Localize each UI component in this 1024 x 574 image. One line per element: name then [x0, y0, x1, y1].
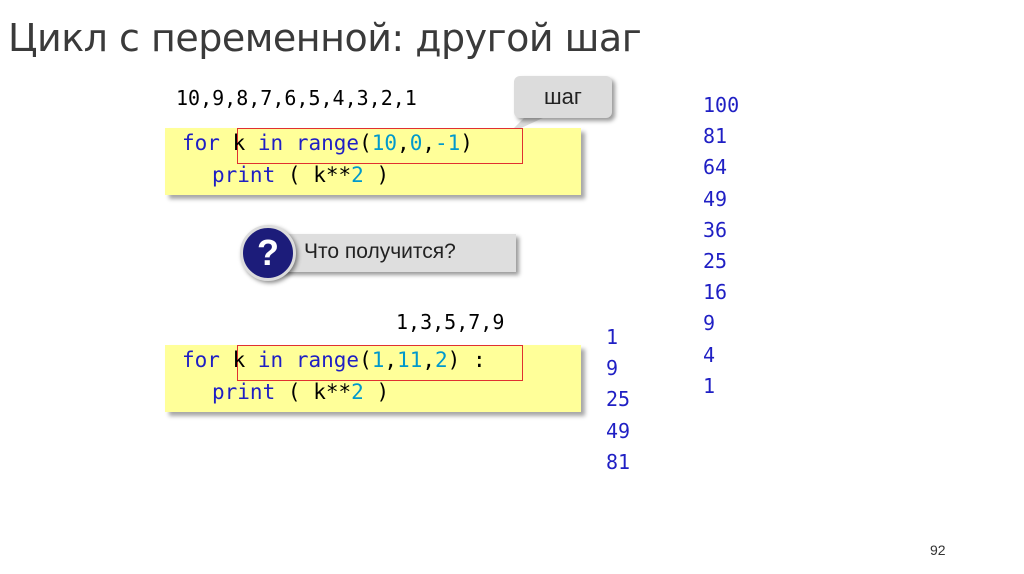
fn-range: range: [295, 131, 360, 155]
output-value: 49: [703, 186, 728, 211]
output-value: 25: [703, 249, 728, 274]
slide-title: Цикл с переменной: другой шаг: [8, 16, 642, 60]
paren-close: ): [447, 348, 461, 372]
paren-close: ): [376, 163, 390, 187]
kw-in: in: [257, 348, 284, 372]
paren-open: (: [359, 131, 372, 155]
range-start: 1: [371, 348, 385, 372]
range-start: 10: [371, 131, 398, 155]
kw-in: in: [257, 131, 284, 155]
output-value: 36: [703, 217, 728, 242]
output-value: 64: [703, 155, 728, 180]
paren-close: ): [376, 380, 390, 404]
colon: :: [472, 348, 486, 372]
loop-var: k: [232, 348, 246, 372]
kw-for: for: [182, 131, 220, 155]
code-line-1-2: print ( k**2 ): [212, 163, 389, 187]
paren-close: ): [460, 131, 473, 155]
print-expr: k**: [313, 380, 352, 404]
power: 2: [351, 163, 364, 187]
output-value: 81: [606, 449, 631, 474]
code-line-1-1: for k in range(10,0,-1): [182, 131, 473, 155]
output-value: 1: [606, 325, 619, 349]
range-stop: 0: [409, 131, 423, 155]
fn-print: print: [212, 380, 276, 404]
code-line-2-1: for k in range(1,11,2) :: [182, 348, 486, 372]
output-value: 100: [703, 93, 740, 117]
output-column-2: 1 9 25 49 81: [606, 322, 630, 478]
output-value: 81: [703, 124, 728, 149]
print-expr: k**: [313, 163, 352, 187]
step-callout: шаг: [514, 76, 612, 118]
range-step: -1: [435, 131, 461, 155]
paren-open: (: [287, 163, 301, 187]
output-value: 9: [606, 356, 619, 381]
output-value: 9: [703, 311, 716, 336]
callout-pointer: [508, 112, 556, 134]
loop-var: k: [232, 131, 246, 155]
output-value: 25: [606, 387, 631, 412]
range-step: 2: [435, 348, 448, 372]
page-number: 92: [930, 542, 946, 558]
comma: ,: [397, 131, 410, 155]
question-text: Что получится?: [304, 240, 456, 263]
comma: ,: [384, 348, 398, 372]
paren-open: (: [287, 380, 301, 404]
kw-for: for: [182, 348, 220, 372]
fn-print: print: [212, 163, 276, 187]
output-value: 1: [703, 373, 716, 398]
sequence-2: 1,3,5,7,9: [396, 310, 505, 334]
code-line-2-2: print ( k**2 ): [212, 380, 389, 404]
fn-range: range: [295, 348, 360, 372]
question-mark-icon: ?: [240, 225, 296, 281]
output-value: 4: [703, 342, 716, 367]
output-column-1: 100 81 64 49 36 25 16 9 4 1: [703, 90, 739, 402]
range-stop: 11: [397, 348, 423, 372]
power: 2: [351, 380, 364, 404]
output-value: 16: [703, 280, 728, 305]
comma: ,: [422, 131, 435, 155]
output-value: 49: [606, 418, 631, 443]
paren-open: (: [359, 348, 372, 372]
sequence-1: 10,9,8,7,6,5,4,3,2,1: [176, 86, 417, 110]
comma: ,: [422, 348, 435, 372]
